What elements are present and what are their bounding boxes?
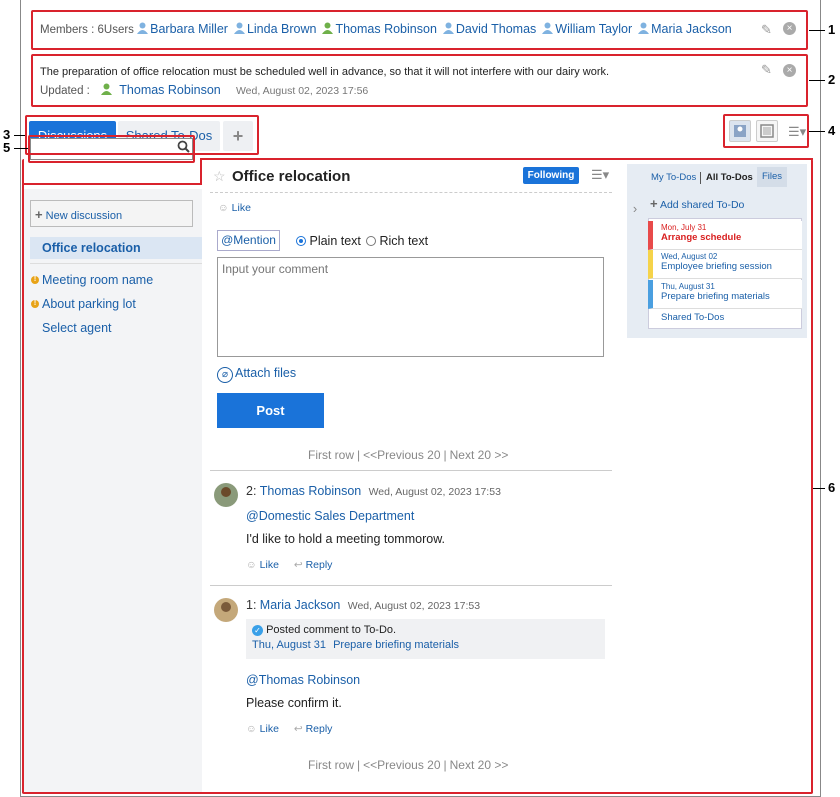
callout-box-6-top — [200, 158, 813, 160]
callout-4: 4 — [828, 123, 836, 138]
callout-6: 6 — [828, 480, 836, 495]
callout-box-4 — [723, 114, 809, 148]
callout-5: 5 — [3, 140, 11, 155]
callout-box-1 — [31, 10, 808, 50]
callout-1: 1 — [828, 22, 836, 37]
callout-2: 2 — [828, 72, 836, 87]
callout-box-6-notch — [200, 158, 202, 185]
callout-box-6-top-left — [22, 183, 202, 185]
callout-box-2 — [31, 54, 808, 107]
callout-line — [809, 80, 825, 81]
callout-line — [813, 488, 825, 489]
callout-line — [14, 148, 28, 149]
callout-box-6 — [22, 159, 813, 794]
callout-line — [809, 30, 825, 31]
callout-line — [14, 135, 25, 136]
callout-line — [809, 131, 825, 132]
